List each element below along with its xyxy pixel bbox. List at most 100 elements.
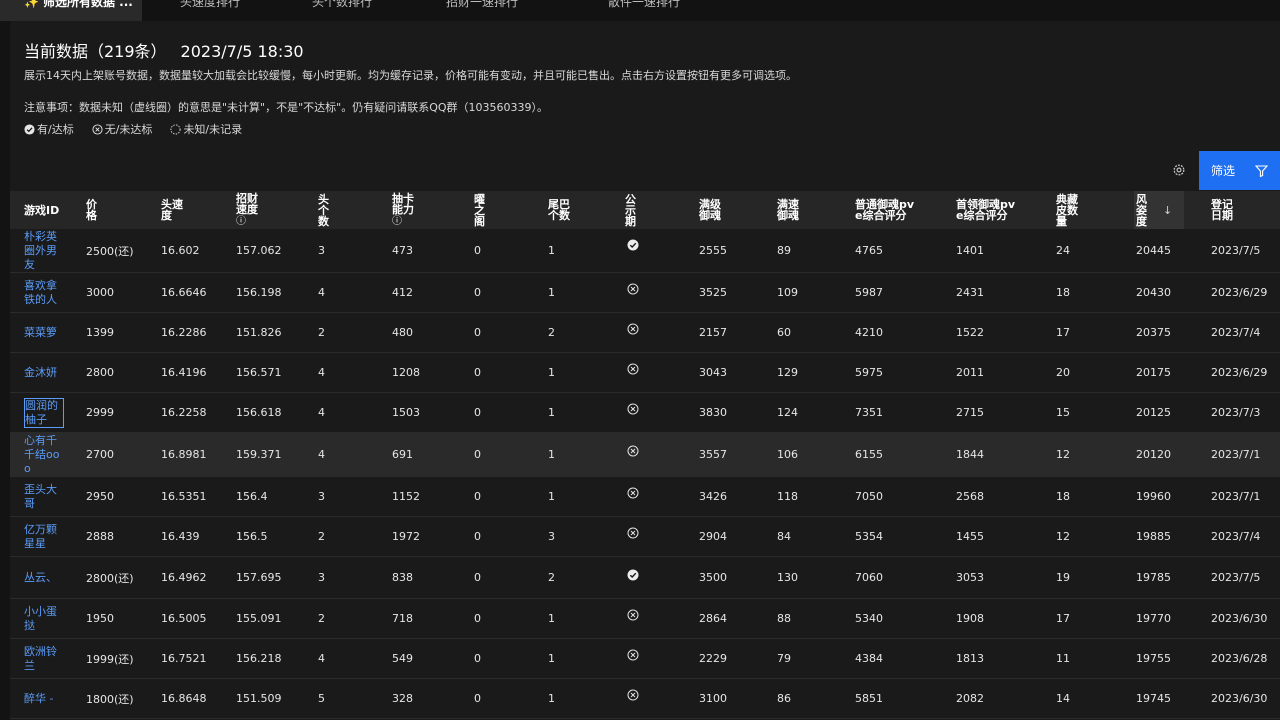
- col-fengzi-degree-header[interactable]: 风姿度 ↓: [1134, 191, 1184, 229]
- filter-button[interactable]: 筛选: [1199, 151, 1280, 190]
- sparkle-icon: ✨: [24, 0, 39, 9]
- col-draw-ability-header[interactable]: 抽卡能力 ⓘ: [392, 191, 418, 229]
- col-pve-score-cell: 7060: [855, 571, 883, 584]
- col-game-id-cell[interactable]: 圆润的柚子: [24, 393, 64, 432]
- col-collection-skin-count-cell: 18: [1056, 490, 1070, 503]
- col-game-id-cell[interactable]: 亿万颗星星: [24, 517, 64, 556]
- table-row[interactable]: 醉华 - 1800(还) 16.8648 151.509 5 328 0 1 3100 86 585…: [10, 679, 1280, 719]
- col-collection-skin-count-cell: 24: [1056, 244, 1070, 257]
- table-row[interactable]: 喜欢拿铁的人 3000 16.6646 156.198 4 412 0 1 3525 109 598…: [10, 273, 1280, 313]
- col-price-cell: 1800(还): [86, 692, 134, 706]
- col-head-count-cell: 4: [318, 406, 325, 419]
- col-price-cell: 2999: [86, 406, 114, 419]
- update-time: 2023/7/5 18:30: [180, 42, 304, 61]
- x-circle-icon: [627, 679, 639, 701]
- table-row[interactable]: 圆润的柚子 2999 16.2258 156.618 4 1503 0 1 3830 124 735…: [10, 393, 1280, 433]
- col-boss-pve-score-cell: 2011: [956, 366, 984, 379]
- col-full-level-yuhun-cell: 3043: [699, 366, 727, 379]
- col-head-count-header[interactable]: 头个数: [318, 191, 331, 229]
- col-tail-count-header[interactable]: 尾巴个数: [548, 191, 574, 229]
- col-full-level-yuhun-cell: 3525: [699, 286, 727, 299]
- col-tail-count-cell: 1: [548, 692, 555, 705]
- info-icon[interactable]: ⓘ: [236, 216, 246, 227]
- col-zhaocai-speed-cell: 156.618: [236, 406, 282, 419]
- col-tail-count-cell: 1: [548, 406, 555, 419]
- col-game-id-cell[interactable]: 喜欢拿铁的人: [24, 273, 64, 312]
- table-row[interactable]: 丛云、 2800(还) 16.4962 157.695 3 838 0 2 3500 130 706…: [10, 557, 1280, 599]
- col-head-speed-cell: 16.2258: [161, 406, 207, 419]
- table-row[interactable]: 歪头大哥 2950 16.5351 156.4 3 1152 0 1 3426 118 7050 25…: [10, 477, 1280, 517]
- col-register-date-cell: 2023/7/1: [1211, 490, 1261, 503]
- tab-head-speed-rank[interactable]: 头速度排行: [142, 0, 270, 21]
- col-pve-score-cell: 7351: [855, 406, 883, 419]
- col-game-id-cell[interactable]: 菜菜箩: [24, 313, 64, 352]
- tab-loose-speed-rank[interactable]: 散件一速排行: [588, 0, 758, 21]
- col-boss-pve-score-cell: 2715: [956, 406, 984, 419]
- col-price-cell: 2800: [86, 366, 114, 379]
- table-row[interactable]: 小小蛋挞 1950 16.5005 155.091 2 718 0 1 2864 88 5340 19…: [10, 599, 1280, 639]
- col-boss-pve-score-cell: 1455: [956, 530, 984, 543]
- col-game-id-cell[interactable]: 醉华 -: [24, 679, 64, 718]
- x-circle-icon: [627, 273, 639, 295]
- col-pve-score-cell: 5987: [855, 286, 883, 299]
- col-full-level-yuhun-cell: 3100: [699, 692, 727, 705]
- col-boss-pve-score-cell: 2431: [956, 286, 984, 299]
- col-game-id-header[interactable]: 游戏ID: [24, 191, 84, 229]
- tab-head-count-rank[interactable]: 头个数排行: [270, 0, 418, 21]
- sort-arrow-down-icon[interactable]: ↓: [1163, 205, 1172, 216]
- table-row[interactable]: 心有千千结ooo 2700 16.8981 159.371 4 691 0 1 3557 106 6…: [10, 433, 1280, 477]
- col-zhaocai-speed-header[interactable]: 招财速度 ⓘ: [236, 191, 262, 229]
- col-game-id-cell[interactable]: 金沐妍: [24, 353, 64, 392]
- col-register-date-cell: 2023/6/29: [1211, 366, 1268, 379]
- table-row[interactable]: 朴彩英圈外男友 2500(还) 16.602 157.062 3 473 0 1 2555 89 4…: [10, 229, 1280, 273]
- col-register-date-cell: 2023/6/28: [1211, 652, 1268, 665]
- col-pve-score-header[interactable]: 普通御魂pve综合评分: [855, 191, 915, 229]
- col-pve-score-cell: 6155: [855, 448, 883, 461]
- col-zhaocai-speed-cell: 157.695: [236, 571, 282, 584]
- col-register-date-cell: 2023/6/30: [1211, 612, 1268, 625]
- settings-gear-icon[interactable]: [1171, 162, 1187, 178]
- tab-all-data[interactable]: ✨ 筛选所有数据 ...: [0, 0, 142, 21]
- col-tail-count-cell: 1: [548, 244, 555, 257]
- info-icon[interactable]: ⓘ: [392, 216, 402, 227]
- col-draw-ability-cell: 480: [392, 326, 413, 339]
- col-boss-pve-score-cell: 2568: [956, 490, 984, 503]
- col-register-date-header[interactable]: 登记日期: [1211, 191, 1237, 229]
- col-price-header[interactable]: 价格: [86, 191, 99, 229]
- col-register-date-cell: 2023/6/29: [1211, 286, 1268, 299]
- table-row[interactable]: 金沐妍 2800 16.4196 156.571 4 1208 0 1 3043 129 5975 2…: [10, 353, 1280, 393]
- table-row[interactable]: 亿万颗星星 2888 16.439 156.5 2 1972 0 3 2904 84 5354 145…: [10, 517, 1280, 557]
- col-full-level-yuhun-header[interactable]: 满级御魂: [699, 191, 725, 229]
- table-row[interactable]: 欧洲铃兰 1999(还) 16.7521 156.218 4 549 0 1 2229 79 438…: [10, 639, 1280, 679]
- col-public-period-header[interactable]: 公示期: [625, 191, 638, 229]
- col-fengzi-degree-cell: 19755: [1136, 652, 1171, 665]
- col-register-date-cell: 2023/7/1: [1211, 448, 1261, 461]
- col-game-id-cell[interactable]: 朴彩英圈外男友: [24, 229, 64, 272]
- col-yaozhige-cell: 0: [474, 652, 481, 665]
- col-pve-score-cell: 5354: [855, 530, 883, 543]
- col-head-speed-header[interactable]: 头速度: [161, 191, 187, 229]
- col-yaozhige-cell: 0: [474, 406, 481, 419]
- col-collection-skin-count-header[interactable]: 典藏皮数量: [1056, 191, 1082, 229]
- col-boss-pve-score-header[interactable]: 首领御魂pve综合评分: [956, 191, 1016, 229]
- col-fengzi-degree-cell: 19745: [1136, 692, 1171, 705]
- tab-zhaocai-speed-rank[interactable]: 招财一速排行: [418, 0, 588, 21]
- col-game-id-cell[interactable]: 丛云、: [24, 557, 64, 598]
- col-yaozhige-cell: 0: [474, 571, 481, 584]
- table-row[interactable]: 菜菜箩 1399 16.2286 151.826 2 480 0 2 2157 60 4210 152…: [10, 313, 1280, 353]
- col-game-id-cell[interactable]: 心有千千结ooo: [24, 433, 64, 476]
- col-head-speed-cell: 16.602: [161, 244, 200, 257]
- x-circle-icon: [627, 477, 639, 499]
- col-full-speed-yuhun-header[interactable]: 满速御魂: [777, 191, 803, 229]
- x-circle-icon: [627, 599, 639, 621]
- col-full-level-yuhun-cell: 3500: [699, 571, 727, 584]
- col-fengzi-degree-cell: 20125: [1136, 406, 1171, 419]
- col-draw-ability-cell: 718: [392, 612, 413, 625]
- col-draw-ability-cell: 691: [392, 448, 413, 461]
- col-game-id-cell[interactable]: 歪头大哥: [24, 477, 64, 516]
- col-game-id-cell[interactable]: 小小蛋挞: [24, 599, 64, 638]
- col-pve-score-cell: 5340: [855, 612, 883, 625]
- col-tail-count-cell: 1: [548, 490, 555, 503]
- col-game-id-cell[interactable]: 欧洲铃兰: [24, 639, 64, 678]
- col-yaozhige-header[interactable]: 曜之阁: [474, 191, 487, 229]
